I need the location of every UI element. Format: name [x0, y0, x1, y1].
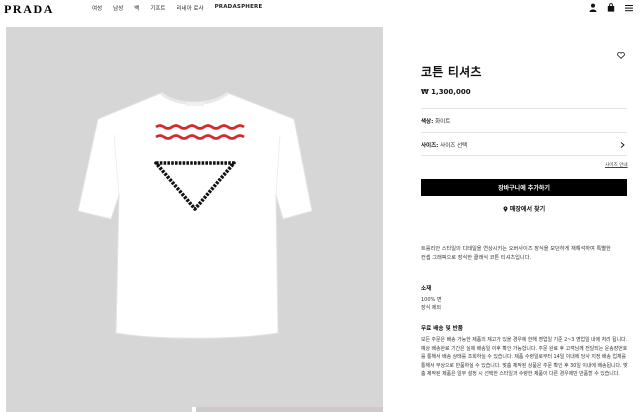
material-heading: 소재 [421, 286, 432, 292]
bag-icon[interactable] [607, 3, 615, 12]
shipping-heading: 무료 배송 및 반품 [421, 326, 463, 332]
find-in-store-label: 매장에서 찾기 [509, 206, 546, 213]
divider [421, 132, 627, 133]
tshirt-illustration [77, 91, 313, 339]
color-value: 화이트 [435, 119, 451, 125]
add-to-cart-button[interactable]: 장바구니에 추가하기 [421, 179, 627, 196]
size-label: 사이즈: [421, 143, 439, 149]
color-label: 색상: [421, 119, 434, 125]
product-title: 코튼 티셔츠 [421, 65, 482, 79]
user-icon[interactable] [589, 3, 597, 12]
thumbnail-1[interactable] [6, 407, 192, 412]
nav-item-linea-rossa[interactable]: 리네아 로사 [177, 4, 204, 12]
find-in-store-button[interactable]: 매장에서 찾기 [421, 200, 627, 217]
divider [421, 108, 627, 109]
menu-icon[interactable] [625, 4, 633, 12]
brand-logo[interactable]: PRADA [4, 2, 54, 17]
nav-item-bags[interactable]: 백 [134, 4, 139, 12]
thumbnail-2[interactable] [196, 407, 383, 412]
chevron-right-icon[interactable] [620, 142, 625, 148]
header-icons [589, 3, 633, 12]
location-pin-icon [503, 205, 508, 212]
heart-icon[interactable] [617, 52, 625, 59]
product-description: 트롤리안 스타일의 디테일을 연상시키는 오버사이즈 장식을 모던하게 재해석하… [421, 246, 611, 261]
divider [421, 155, 627, 156]
nav-item-women[interactable]: 여성 [92, 4, 102, 12]
product-price: ₩ 1,300,000 [421, 88, 471, 96]
main-nav: 여성 남성 백 기프트 리네아 로사 PRADASPHERE [92, 4, 273, 12]
add-to-cart-label: 장바구니에 추가하기 [498, 185, 550, 192]
nav-item-pradasphere[interactable]: PRADASPHERE [215, 4, 263, 12]
nav-item-gifts[interactable]: 기프트 [150, 4, 165, 12]
color-row: 색상: 화이트 [421, 117, 450, 125]
size-value: 사이즈 선택 [440, 143, 468, 149]
shipping-text: 모든 주문은 배송 가능한 제품의 재고가 있을 경우에 한해 영업일 기준 2… [421, 337, 628, 377]
material-line-2: 장식 제외 [421, 305, 441, 311]
nav-item-men[interactable]: 남성 [113, 4, 123, 12]
product-image[interactable] [6, 27, 383, 407]
size-selector[interactable]: 사이즈: 사이즈 선택 [421, 141, 467, 149]
size-guide-link[interactable]: 사이즈 안내 [605, 162, 628, 168]
top-header: PRADA 여성 남성 백 기프트 리네아 로사 PRADASPHERE [0, 0, 640, 16]
